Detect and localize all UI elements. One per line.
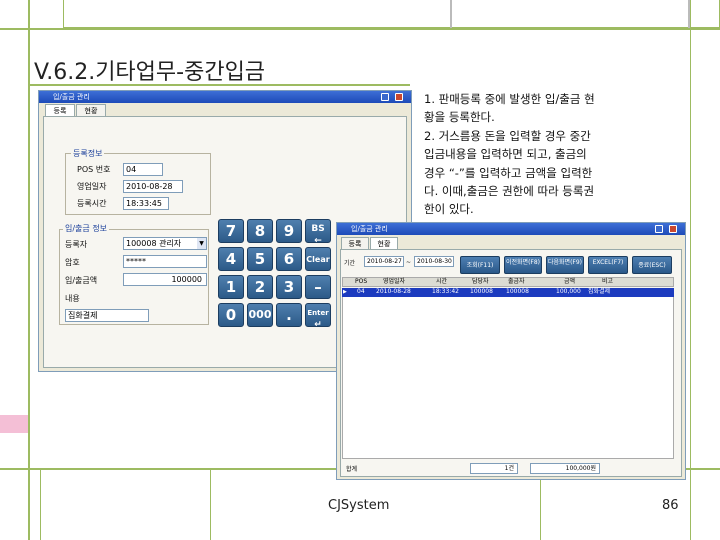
window-titlebar: 입/출금 관리 (39, 91, 411, 103)
password-field[interactable]: ***** (123, 255, 207, 268)
content-label: 내용 (65, 294, 80, 303)
search-button[interactable]: 조회(F11) (460, 256, 500, 274)
description-line: 다. 이때,출금은 권한에 따라 등록권 (424, 184, 595, 199)
top-white-block (450, 0, 690, 28)
keypad-8[interactable]: 8 (247, 219, 273, 243)
row-arrow-icon: ▶ (343, 289, 347, 295)
biz-date-label: 영업일자 (77, 182, 107, 191)
keypad-clear[interactable]: Clear (305, 247, 331, 271)
date-separator: ~ (406, 259, 412, 266)
keypad-enter[interactable]: Enter ↵ (305, 303, 331, 330)
col-header-time: 시간 (436, 278, 448, 285)
content-field[interactable]: 집화결제 (65, 309, 149, 322)
description-line: 2. 거스름용 돈을 입력할 경우 중간 (424, 128, 591, 143)
keypad-0[interactable]: 0 (218, 303, 244, 327)
keypad-minus[interactable]: – (305, 275, 331, 299)
window-title: 입/출금 관리 (53, 93, 90, 101)
minimize-icon[interactable] (655, 225, 663, 233)
keypad-6[interactable]: 6 (276, 247, 302, 271)
amount-field[interactable]: 100000 (123, 273, 207, 286)
pos-field[interactable]: 04 (123, 163, 163, 176)
bottom-left-line (40, 470, 41, 540)
cell-biz-date: 2010-08-28 (376, 288, 411, 295)
excel-button[interactable]: EXCEL(F7) (588, 256, 628, 274)
date-to-field[interactable]: 2010-08-30 (414, 256, 454, 267)
registrant-value: 100008 관리자 (126, 239, 182, 248)
description-line: 1. 판매등록 중에 발생한 입/출금 현 (424, 92, 595, 106)
left-green-line (28, 0, 30, 540)
col-header-biz-date: 영업일자 (383, 278, 406, 285)
left-pink-block (0, 415, 28, 433)
registrant-label: 등록자 (65, 240, 88, 249)
window-title: 입/출금 관리 (351, 225, 388, 233)
close-icon[interactable] (669, 225, 677, 233)
right-green-line (690, 0, 691, 540)
minimize-icon[interactable] (381, 93, 389, 101)
description-line: 한이 있다. (424, 202, 474, 217)
bottom-mid-line (210, 470, 211, 540)
cell-amount: 100,000 (556, 288, 581, 295)
password-label: 암호 (65, 258, 80, 267)
cell-outer: 100008 (506, 288, 529, 295)
cash-info-legend: 입/출금 정보 (63, 224, 110, 234)
keypad-3[interactable]: 3 (276, 275, 302, 299)
col-header-amount: 금액 (564, 278, 576, 285)
prev-screen-button[interactable]: 이전화면(F8) (504, 256, 542, 274)
cell-pos: 04 (357, 288, 365, 295)
keypad-2[interactable]: 2 (247, 275, 273, 299)
top-green-line (0, 28, 720, 30)
description-line: 입금내용을 입력하면 되고, 출금의 (424, 147, 587, 162)
bottom-right-line (540, 470, 541, 540)
keypad-9[interactable]: 9 (276, 219, 302, 243)
chevron-down-icon[interactable]: ▼ (197, 238, 206, 249)
pos-label: POS 번호 (77, 165, 111, 174)
keypad-bs-label: BS (311, 224, 325, 234)
biz-date-field[interactable]: 2010-08-28 (123, 180, 183, 193)
reg-time-label: 등록시간 (77, 199, 107, 208)
total-amount-field: 100,000원 (530, 463, 600, 474)
col-header-staff: 담당자 (472, 278, 489, 285)
keypad-enter-label: Enter (307, 309, 329, 317)
reg-time-field[interactable]: 18:33:45 (123, 197, 169, 210)
total-label: 합계 (346, 466, 358, 473)
arrow-left-icon: ← (314, 236, 322, 246)
amount-label: 입/출금액 (65, 276, 98, 285)
col-header-note: 비고 (602, 278, 614, 285)
cell-time: 18:33:42 (432, 288, 459, 295)
keypad-7[interactable]: 7 (218, 219, 244, 243)
slide-title: V.6.2.기타업무-중간입금 (34, 60, 266, 85)
col-header-outer: 출금자 (508, 278, 525, 285)
enter-arrow-icon: ↵ (314, 320, 322, 330)
keypad-dot[interactable]: . (276, 303, 302, 327)
next-screen-button[interactable]: 다음화면(F9) (546, 256, 584, 274)
keypad-4[interactable]: 4 (218, 247, 244, 271)
table-body (342, 297, 674, 459)
total-count-field: 1건 (470, 463, 518, 474)
exit-button[interactable]: 종료(ESC) (632, 256, 672, 274)
cell-note: 집화결제 (588, 288, 611, 295)
description-line: 경우 “-”를 입력하고 금액을 입력한 (424, 165, 593, 180)
keypad-000[interactable]: 000 (247, 303, 273, 327)
page-number: 86 (662, 498, 679, 513)
description-line: 황을 등록한다. (424, 110, 495, 125)
description-text: 1. 판매등록 중에 발생한 입/출금 현 황을 등록한다. 2. 거스름용 돈… (424, 90, 686, 219)
keypad-backspace[interactable]: BS ← (305, 219, 331, 246)
close-icon[interactable] (395, 93, 403, 101)
window-titlebar: 입/출금 관리 (337, 223, 685, 235)
register-info-legend: 등록정보 (71, 149, 105, 159)
registrant-select[interactable]: 100008 관리자 ▼ (123, 237, 207, 250)
date-from-field[interactable]: 2010-08-27 (364, 256, 404, 267)
keypad-5[interactable]: 5 (247, 247, 273, 271)
keypad-1[interactable]: 1 (218, 275, 244, 299)
period-label: 기간 (344, 260, 356, 267)
footer-text: CJSystem (328, 498, 390, 513)
cell-staff: 100008 (470, 288, 493, 295)
col-header-pos: POS (355, 278, 368, 285)
